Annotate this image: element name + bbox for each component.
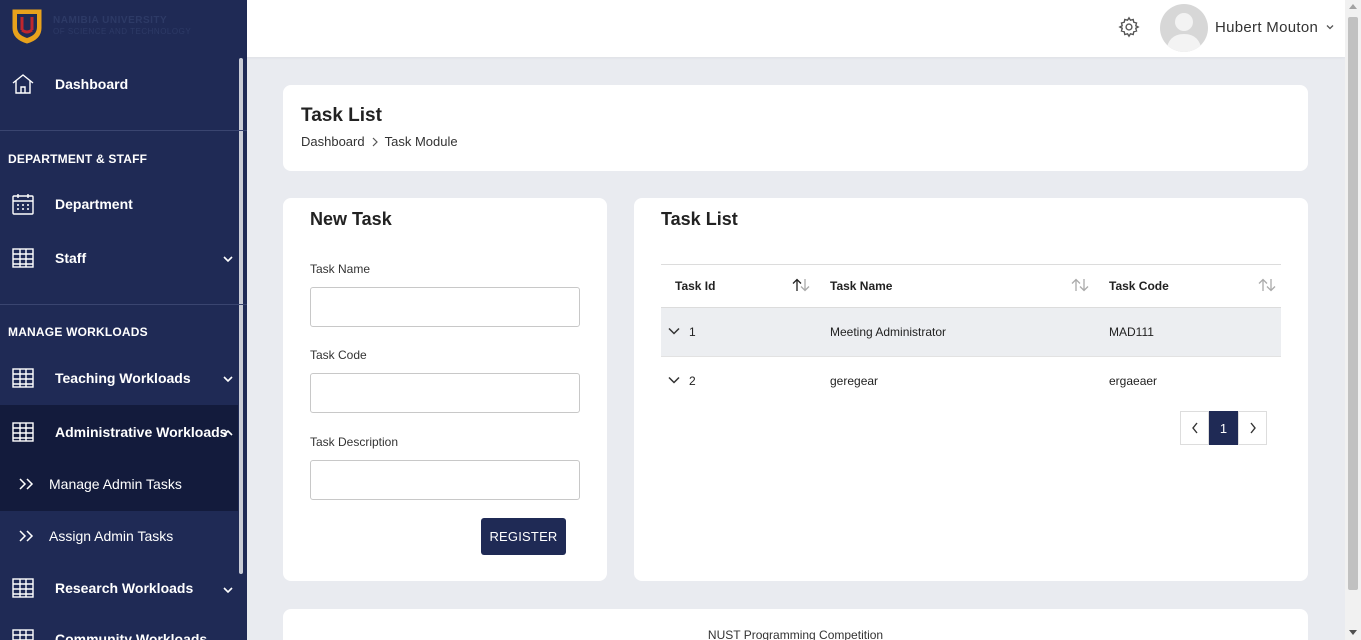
breadcrumb: Dashboard Task Module <box>301 134 458 149</box>
user-silhouette-icon <box>1166 13 1202 52</box>
sidebar-item-label: Dashboard <box>55 76 129 92</box>
logo-text-line2: OF SCIENCE AND TECHNOLOGY <box>53 27 192 36</box>
column-header-task-name[interactable]: Task Name <box>830 279 892 293</box>
table-row[interactable]: 2 geregear ergaeaer <box>661 357 1281 406</box>
double-chevron-right-icon <box>19 478 34 490</box>
pagination-prev-button[interactable] <box>1180 411 1209 445</box>
sidebar-item-label: Administrative Workloads <box>55 424 228 440</box>
chevron-right-icon <box>1249 422 1256 434</box>
chevron-down-icon[interactable] <box>668 376 680 384</box>
sidebar-item-label: Community Workloads <box>55 631 208 640</box>
column-header-task-id[interactable]: Task Id <box>675 279 715 293</box>
table-row[interactable]: 1 Meeting Administrator MAD111 <box>661 308 1281 357</box>
sidebar: NAMIBIA UNIVERSITY OF SCIENCE AND TECHNO… <box>0 0 247 640</box>
sidebar-item-label: Research Workloads <box>55 580 194 596</box>
chevron-down-icon <box>223 587 233 594</box>
chevron-down-icon[interactable] <box>1325 22 1335 32</box>
topbar: Hubert Mouton <box>247 0 1345 57</box>
sidebar-divider <box>0 130 247 131</box>
page-scrollbar[interactable] <box>1345 0 1361 640</box>
table-grid-icon <box>12 629 34 640</box>
table-grid-icon <box>12 248 34 268</box>
pagination-page-button[interactable]: 1 <box>1209 411 1238 445</box>
sidebar-item-administrative-workloads[interactable]: Administrative Workloads <box>0 405 247 459</box>
sidebar-item-dashboard[interactable]: Dashboard <box>0 57 247 111</box>
footer-text: NUST Programming Competition <box>707 628 884 640</box>
logo-text: NAMIBIA UNIVERSITY OF SCIENCE AND TECHNO… <box>53 15 191 37</box>
user-avatar[interactable] <box>1160 4 1208 52</box>
calendar-icon <box>12 194 34 215</box>
chevron-down-icon[interactable] <box>668 327 680 335</box>
double-chevron-right-icon <box>19 530 34 542</box>
cell-task-name: Meeting Administrator <box>830 325 947 339</box>
chevron-down-icon <box>223 256 233 263</box>
chevron-right-icon <box>372 137 378 146</box>
table-grid-icon <box>12 368 34 388</box>
sidebar-subitem-assign-admin-tasks[interactable]: Assign Admin Tasks <box>0 511 247 561</box>
form-title: New Task <box>310 209 392 229</box>
chevron-down-icon <box>223 376 233 383</box>
task-list-title: Task List <box>661 209 738 229</box>
home-icon <box>12 74 34 94</box>
chevron-left-icon <box>1191 422 1198 434</box>
scroll-up-arrow-icon[interactable] <box>1349 4 1357 9</box>
chevron-up-icon <box>223 429 233 436</box>
task-code-label: Task Code <box>310 348 367 362</box>
sidebar-item-staff[interactable]: Staff <box>0 231 247 285</box>
section-header-department-staff: DEPARTMENT & STAFF <box>8 152 148 166</box>
pagination: 1 <box>1180 411 1267 445</box>
sort-icon[interactable] <box>1070 278 1090 292</box>
sidebar-item-community-workloads[interactable]: Community Workloads <box>0 612 247 640</box>
column-header-task-code[interactable]: Task Code <box>1109 279 1169 293</box>
register-button[interactable]: REGISTER <box>481 518 566 555</box>
task-name-label: Task Name <box>310 262 371 276</box>
cell-task-code: ergaeaer <box>1109 374 1158 388</box>
sort-icon[interactable] <box>1257 278 1277 292</box>
scroll-down-arrow-icon[interactable] <box>1349 630 1357 635</box>
user-name[interactable]: Hubert Mouton <box>1215 19 1318 36</box>
sidebar-subitem-manage-admin-tasks[interactable]: Manage Admin Tasks <box>0 459 247 509</box>
cell-task-id: 2 <box>689 374 696 388</box>
university-logo[interactable]: NAMIBIA UNIVERSITY OF SCIENCE AND TECHNO… <box>0 0 247 52</box>
sidebar-divider <box>0 304 247 305</box>
page-title: Task List <box>301 105 382 126</box>
sidebar-item-label: Teaching Workloads <box>55 370 191 386</box>
cell-task-id: 1 <box>689 325 696 339</box>
task-description-input[interactable] <box>310 460 580 500</box>
scrollbar-thumb[interactable] <box>1348 17 1358 590</box>
table-grid-icon <box>12 578 34 598</box>
section-header-manage-workloads: MANAGE WORKLOADS <box>8 325 148 339</box>
sidebar-subitem-label: Manage Admin Tasks <box>49 476 182 492</box>
task-code-input[interactable] <box>310 373 580 413</box>
task-list-card: Task List Task Id Task Name Task Code 1 … <box>634 198 1308 581</box>
footer: NUST Programming Competition <box>283 609 1308 640</box>
logo-text-line1: NAMIBIA UNIVERSITY <box>53 15 168 26</box>
task-name-input[interactable] <box>310 287 580 327</box>
gear-icon[interactable] <box>1118 16 1140 38</box>
cell-task-code: MAD111 <box>1109 325 1154 339</box>
task-table: Task Id Task Name Task Code 1 Meeting Ad… <box>661 264 1281 406</box>
sidebar-item-teaching-workloads[interactable]: Teaching Workloads <box>0 351 247 405</box>
table-header: Task Id Task Name Task Code <box>661 264 1281 308</box>
cell-task-name: geregear <box>830 374 879 388</box>
breadcrumb-task-module: Task Module <box>384 134 458 149</box>
table-grid-icon <box>12 422 34 442</box>
university-shield-icon <box>12 9 42 44</box>
sidebar-item-department[interactable]: Department <box>0 177 247 231</box>
task-description-label: Task Description <box>310 435 399 449</box>
sort-ascending-icon[interactable] <box>791 278 811 292</box>
sidebar-subitem-label: Assign Admin Tasks <box>49 528 174 544</box>
sidebar-item-research-workloads[interactable]: Research Workloads <box>0 561 247 615</box>
new-task-form: New Task Task Name Task Code Task Descri… <box>283 198 607 581</box>
sidebar-item-label: Staff <box>55 250 87 266</box>
pagination-next-button[interactable] <box>1238 411 1267 445</box>
sidebar-item-label: Department <box>55 196 133 212</box>
page-header-card: Task List Dashboard Task Module <box>283 85 1308 171</box>
breadcrumb-dashboard[interactable]: Dashboard <box>301 134 365 149</box>
